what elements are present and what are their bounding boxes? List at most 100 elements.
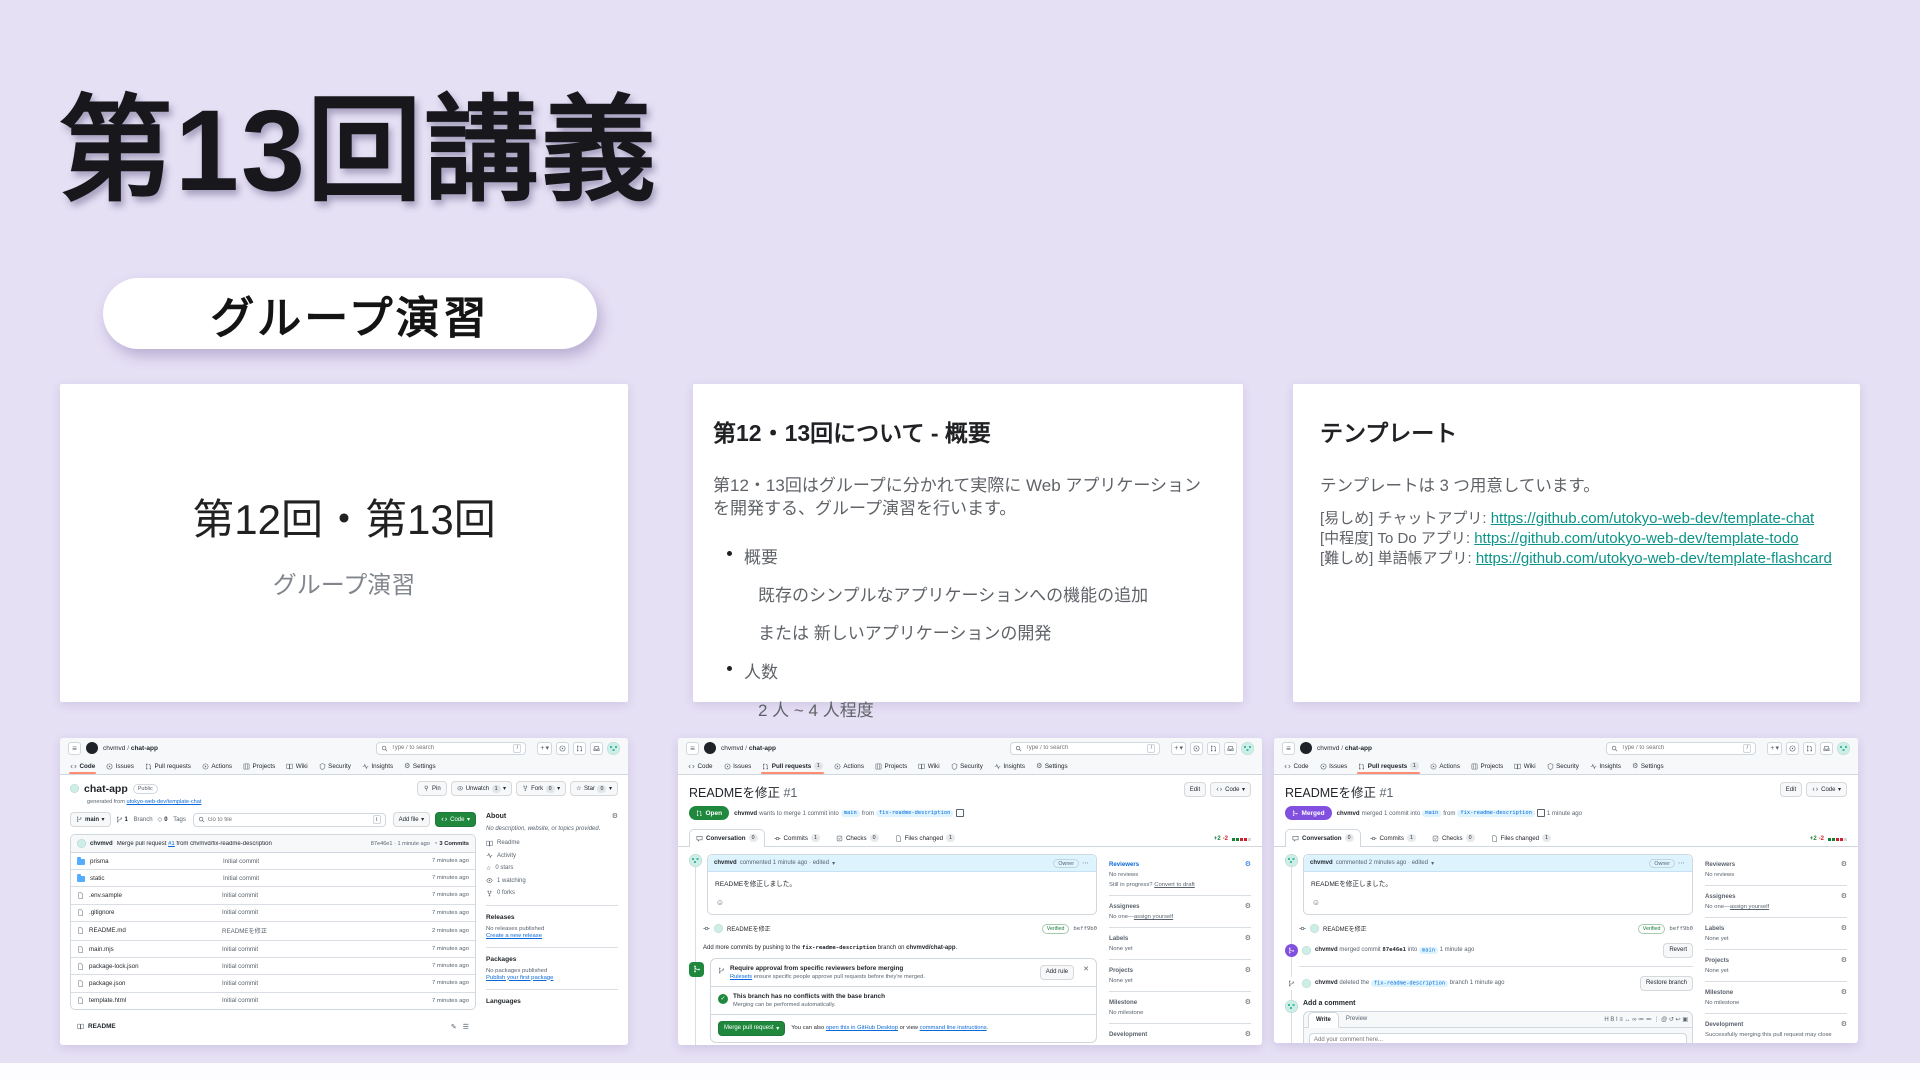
file-row[interactable]: README.mdREADMEを修正2 minutes ago [71, 922, 475, 941]
merge-pull-request-button[interactable]: Merge pull request▾ [718, 1021, 785, 1036]
repo-name[interactable]: chat-app [84, 783, 128, 795]
global-search[interactable]: / [376, 742, 526, 755]
tab-commits[interactable]: Commits1 [1363, 829, 1423, 846]
file-row[interactable]: package.jsonInitial commit7 minutes ago [71, 975, 475, 992]
milestone-heading[interactable]: Milestone [1705, 989, 1733, 996]
assign-yourself-link[interactable]: assign yourself [1134, 914, 1173, 920]
tab-issues[interactable]: Issues [1318, 758, 1350, 774]
tab-actions[interactable]: Actions [832, 758, 866, 774]
gear-icon[interactable]: ⚙ [1841, 956, 1847, 964]
copy-icon[interactable] [1539, 810, 1545, 816]
head-branch-chip[interactable]: fix-readme-description [1457, 810, 1534, 817]
tab-code[interactable]: Code [686, 758, 715, 774]
gear-icon[interactable]: ⚙ [1841, 892, 1847, 900]
reviewers-heading[interactable]: Reviewers [1109, 861, 1139, 868]
projects-heading[interactable]: Projects [1109, 967, 1133, 974]
hamburger-menu-button[interactable]: ≡ [686, 742, 699, 755]
commit-hash-time[interactable]: 87e46e1 · 1 minute ago [371, 841, 430, 847]
tab-checks[interactable]: Checks0 [829, 829, 886, 846]
github-desktop-link[interactable]: open this in GitHub Desktop [826, 1025, 898, 1031]
tab-conversation[interactable]: Conversation0 [689, 829, 765, 847]
create-new-button[interactable]: +▾ [537, 742, 552, 755]
assignees-heading[interactable]: Assignees [1109, 903, 1139, 910]
tab-write[interactable]: Write [1308, 1012, 1339, 1028]
tab-settings[interactable]: ⚙Settings [1630, 758, 1666, 774]
commit-message[interactable]: Merge pull request #1 from chvmvd/fix-re… [117, 841, 272, 847]
file-row[interactable]: template.htmlInitial commit7 minutes ago [71, 993, 475, 1009]
tab-code[interactable]: Code [1282, 758, 1311, 774]
labels-heading[interactable]: Labels [1109, 935, 1128, 942]
template-source-link[interactable]: utokyo-web-dev/template-chat [127, 799, 202, 805]
tab-files-changed[interactable]: Files changed1 [888, 829, 963, 846]
base-branch-chip[interactable]: main [841, 810, 860, 817]
inbox-icon-button[interactable] [590, 742, 603, 755]
file-row[interactable]: package-lock.jsonInitial commit7 minutes… [71, 958, 475, 975]
gear-icon[interactable]: ⚙ [1841, 1020, 1847, 1028]
github-logo-icon[interactable] [86, 742, 98, 754]
hamburger-menu-button[interactable]: ≡ [1282, 742, 1295, 755]
star-button[interactable]: ☆Star0▾ [570, 781, 618, 796]
commit-hash[interactable]: beff9b0 [1669, 926, 1693, 932]
tab-wiki[interactable]: Wiki [916, 758, 941, 774]
file-row[interactable]: staticInitial commit7 minutes ago [71, 870, 475, 887]
template-todo-link[interactable]: https://github.com/utokyo-web-dev/templa… [1474, 530, 1798, 547]
pr-number-link[interactable]: #1 [168, 841, 175, 847]
close-icon[interactable]: ✕ [1083, 965, 1089, 973]
avatar[interactable] [1837, 742, 1850, 755]
packages-heading[interactable]: Packages [486, 956, 618, 963]
base-branch-chip[interactable]: main [1422, 810, 1441, 817]
template-flashcard-link[interactable]: https://github.com/utokyo-web-dev/templa… [1476, 550, 1832, 567]
global-search[interactable]: / [1606, 742, 1756, 755]
github-logo-icon[interactable] [1300, 742, 1312, 754]
pull-requests-icon-button[interactable] [1207, 742, 1220, 755]
readme-bar[interactable]: README ✎☰ [70, 1017, 476, 1038]
global-search[interactable]: / [1010, 742, 1160, 755]
search-input[interactable] [391, 745, 491, 751]
tab-preview[interactable]: Preview [1339, 1012, 1374, 1026]
pull-requests-icon-button[interactable] [1803, 742, 1816, 755]
about-activity[interactable]: Activity [486, 852, 618, 859]
tab-pull-requests[interactable]: Pull requests1 [1356, 758, 1421, 774]
tab-actions[interactable]: Actions [1428, 758, 1462, 774]
issues-icon-button[interactable] [1786, 742, 1799, 755]
tab-projects[interactable]: Projects [1469, 758, 1505, 774]
gear-icon[interactable]: ⚙ [1245, 998, 1251, 1006]
assignees-heading[interactable]: Assignees [1705, 893, 1735, 900]
add-file-button[interactable]: Add file▾ [393, 812, 431, 827]
convert-to-draft-link[interactable]: Convert to draft [1154, 882, 1195, 888]
breadcrumb[interactable]: chvmvd / chat-app [721, 745, 776, 752]
tab-files-changed[interactable]: Files changed1 [1484, 829, 1559, 846]
restore-branch-button[interactable]: Restore branch [1640, 976, 1693, 991]
head-branch-chip[interactable]: fix-readme-description [876, 810, 953, 817]
emoji-reaction-button[interactable]: ☺ [1311, 897, 1321, 907]
tab-security[interactable]: Security [317, 758, 353, 774]
go-to-file-search[interactable]: t [193, 813, 386, 827]
development-heading[interactable]: Development [1109, 1031, 1147, 1038]
code-button[interactable]: Code▾ [1806, 782, 1847, 797]
tab-security[interactable]: Security [949, 758, 985, 774]
tab-insights[interactable]: Insights [1588, 758, 1623, 774]
commit-message[interactable]: READMEを修正 [727, 924, 771, 933]
breadcrumb[interactable]: chvmvd / chat-app [1317, 745, 1372, 752]
commit-author[interactable]: chvmvd [90, 841, 113, 847]
tags-count[interactable]: ◇0 Tags [158, 816, 186, 823]
add-rule-button[interactable]: Add rule [1040, 965, 1074, 980]
commit-hash[interactable]: beff9b0 [1073, 926, 1097, 932]
kebab-menu-icon[interactable]: ⋯ [1678, 859, 1686, 867]
development-heading[interactable]: Development [1705, 1021, 1743, 1028]
pin-button[interactable]: Pin [417, 781, 447, 796]
breadcrumb[interactable]: chvmvd / chat-app [103, 745, 158, 752]
milestone-heading[interactable]: Milestone [1109, 999, 1137, 1006]
tab-wiki[interactable]: Wiki [284, 758, 309, 774]
reviewers-heading[interactable]: Reviewers [1705, 861, 1735, 868]
inbox-icon-button[interactable] [1224, 742, 1237, 755]
edit-button[interactable]: Edit [1780, 782, 1802, 797]
tab-insights[interactable]: Insights [992, 758, 1027, 774]
branch-selector[interactable]: main▾ [70, 812, 111, 827]
labels-heading[interactable]: Labels [1705, 925, 1724, 932]
tab-pull-requests[interactable]: Pull requests [143, 758, 193, 774]
tab-projects[interactable]: Projects [241, 758, 277, 774]
commit-message[interactable]: READMEを修正 [1323, 924, 1367, 933]
kebab-menu-icon[interactable]: ⋯ [1082, 859, 1090, 867]
file-row[interactable]: .env.sampleInitial commit7 minutes ago [71, 887, 475, 904]
